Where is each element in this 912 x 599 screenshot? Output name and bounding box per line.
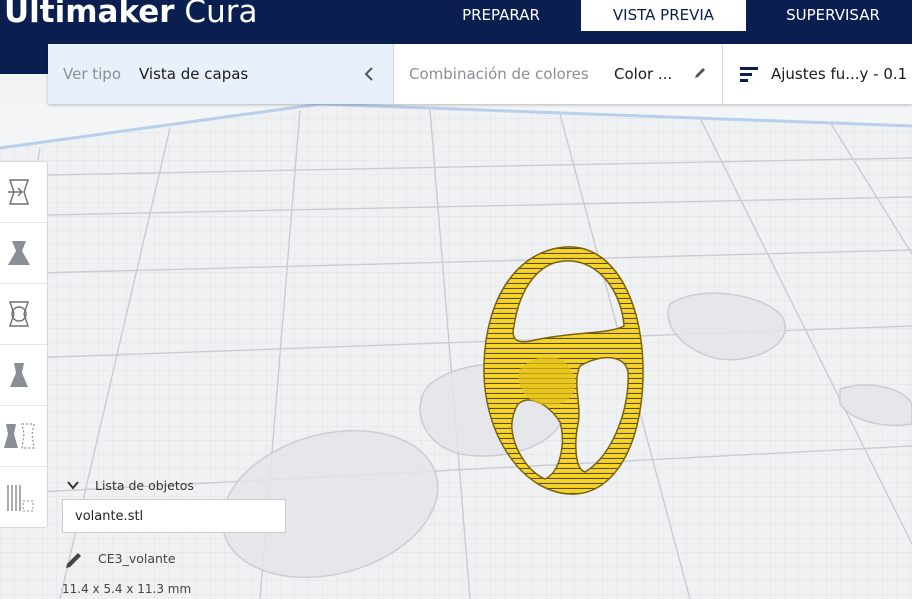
mirror-icon (10, 363, 28, 387)
move-tool-button[interactable] (0, 162, 47, 223)
job-name[interactable]: CE3_volante (98, 551, 176, 566)
object-dimensions: 11.4 x 5.4 x 11.3 mm (62, 582, 192, 596)
settings-sliders-icon (740, 67, 758, 82)
logo-text-light: Cura (184, 0, 258, 30)
pencil-icon[interactable] (64, 550, 84, 570)
mirror-tool-button[interactable] (0, 345, 47, 406)
color-scheme-selector[interactable]: Combinación de colores Color ... (394, 44, 723, 104)
ultimaker-cura-logo: Ultimaker Cura (4, 0, 257, 30)
view-type-selector[interactable]: Ver tipo Vista de capas (48, 44, 394, 104)
tab-monitor[interactable]: SUPERVISAR (766, 0, 900, 31)
per-model-settings-button[interactable] (0, 406, 47, 467)
scale-tool-button[interactable] (0, 223, 47, 284)
color-scheme-label: Combinación de colores (409, 65, 589, 83)
view-type-label: Ver tipo (63, 65, 122, 83)
rotate-tool-button[interactable] (0, 284, 47, 345)
support-blocker-icon (7, 485, 34, 512)
scale-icon (8, 241, 30, 265)
tool-sidebar (0, 161, 48, 528)
move-icon (8, 179, 29, 205)
logo-text-bold: Ultimaker (4, 0, 175, 30)
support-blocker-button[interactable] (0, 467, 47, 527)
chevron-down-icon[interactable] (67, 480, 79, 490)
print-settings-selector[interactable]: Ajustes fu...y - 0.1 (723, 44, 912, 104)
tab-preview[interactable]: VISTA PREVIA (581, 0, 746, 31)
view-type-value: Vista de capas (139, 65, 249, 83)
tab-prepare[interactable]: PREPARAR (441, 0, 561, 31)
pencil-icon (695, 68, 705, 78)
preview-view-bar: Ver tipo Vista de capas Combinación de c… (48, 44, 912, 104)
per-model-settings-icon (4, 423, 35, 449)
object-list-header[interactable]: Lista de objetos (95, 478, 194, 493)
chevron-left-icon (364, 67, 373, 81)
object-list-item[interactable]: volante.stl (62, 499, 286, 533)
color-scheme-value: Color ... (614, 65, 673, 83)
print-settings-value: Ajustes fu...y - 0.1 (771, 65, 908, 83)
rotate-icon (9, 301, 29, 327)
